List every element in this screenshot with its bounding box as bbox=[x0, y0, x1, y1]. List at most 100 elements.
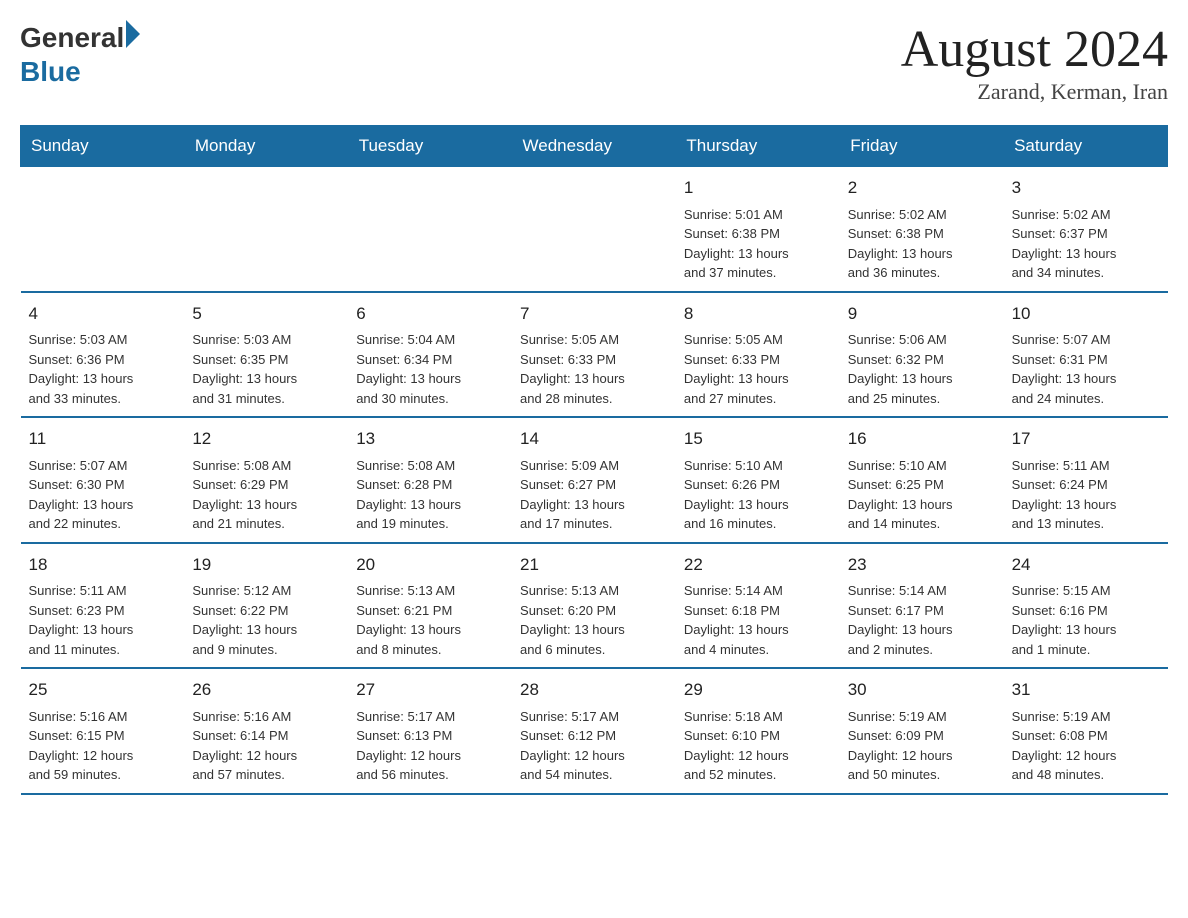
day-number: 4 bbox=[29, 301, 177, 327]
day-info-line: Daylight: 13 hours bbox=[684, 620, 832, 640]
header-monday: Monday bbox=[184, 126, 348, 167]
calendar-cell-w2-d2: 5Sunrise: 5:03 AMSunset: 6:35 PMDaylight… bbox=[184, 292, 348, 418]
day-info-line: Sunrise: 5:15 AM bbox=[1012, 581, 1160, 601]
day-info-line: Sunrise: 5:02 AM bbox=[848, 205, 996, 225]
calendar-cell-w5-d5: 29Sunrise: 5:18 AMSunset: 6:10 PMDayligh… bbox=[676, 668, 840, 794]
calendar-title: August 2024 bbox=[901, 20, 1168, 79]
day-number: 10 bbox=[1012, 301, 1160, 327]
day-info-line: Daylight: 12 hours bbox=[520, 746, 668, 766]
day-info-line: Sunset: 6:10 PM bbox=[684, 726, 832, 746]
calendar-header: SundayMondayTuesdayWednesdayThursdayFrid… bbox=[21, 126, 1168, 167]
day-info-line: Sunset: 6:24 PM bbox=[1012, 475, 1160, 495]
day-info-line: Daylight: 13 hours bbox=[1012, 369, 1160, 389]
header-sunday: Sunday bbox=[21, 126, 185, 167]
day-info-line: Sunset: 6:30 PM bbox=[29, 475, 177, 495]
day-info-line: Sunrise: 5:04 AM bbox=[356, 330, 504, 350]
day-number: 16 bbox=[848, 426, 996, 452]
day-info-line: Sunset: 6:35 PM bbox=[192, 350, 340, 370]
day-info-line: and 28 minutes. bbox=[520, 389, 668, 409]
week-row-2: 4Sunrise: 5:03 AMSunset: 6:36 PMDaylight… bbox=[21, 292, 1168, 418]
day-info-line: Sunset: 6:27 PM bbox=[520, 475, 668, 495]
day-info-line: Daylight: 13 hours bbox=[356, 369, 504, 389]
day-number: 23 bbox=[848, 552, 996, 578]
day-info-line: Sunset: 6:14 PM bbox=[192, 726, 340, 746]
day-info-line: Sunrise: 5:03 AM bbox=[192, 330, 340, 350]
day-number: 5 bbox=[192, 301, 340, 327]
day-info-line: and 14 minutes. bbox=[848, 514, 996, 534]
logo: General Blue bbox=[20, 20, 140, 88]
day-info-line: Daylight: 13 hours bbox=[848, 620, 996, 640]
day-info-line: and 30 minutes. bbox=[356, 389, 504, 409]
day-number: 26 bbox=[192, 677, 340, 703]
day-info-line: Sunrise: 5:03 AM bbox=[29, 330, 177, 350]
day-number: 25 bbox=[29, 677, 177, 703]
day-number: 31 bbox=[1012, 677, 1160, 703]
calendar-cell-w3-d5: 15Sunrise: 5:10 AMSunset: 6:26 PMDayligh… bbox=[676, 417, 840, 543]
day-info-line: Daylight: 13 hours bbox=[192, 620, 340, 640]
calendar-cell-w5-d1: 25Sunrise: 5:16 AMSunset: 6:15 PMDayligh… bbox=[21, 668, 185, 794]
day-info-line: Sunrise: 5:19 AM bbox=[1012, 707, 1160, 727]
day-info-line: Sunrise: 5:02 AM bbox=[1012, 205, 1160, 225]
day-info-line: and 21 minutes. bbox=[192, 514, 340, 534]
day-info-line: Sunrise: 5:09 AM bbox=[520, 456, 668, 476]
day-info-line: Daylight: 12 hours bbox=[1012, 746, 1160, 766]
day-info-line: Sunrise: 5:07 AM bbox=[29, 456, 177, 476]
day-info-line: Sunset: 6:26 PM bbox=[684, 475, 832, 495]
day-info-line: and 33 minutes. bbox=[29, 389, 177, 409]
day-number: 1 bbox=[684, 175, 832, 201]
day-info-line: Daylight: 13 hours bbox=[684, 495, 832, 515]
day-info-line: Sunrise: 5:17 AM bbox=[520, 707, 668, 727]
calendar-cell-w5-d2: 26Sunrise: 5:16 AMSunset: 6:14 PMDayligh… bbox=[184, 668, 348, 794]
day-info-line: Sunset: 6:12 PM bbox=[520, 726, 668, 746]
day-info-line: and 36 minutes. bbox=[848, 263, 996, 283]
calendar-cell-w3-d7: 17Sunrise: 5:11 AMSunset: 6:24 PMDayligh… bbox=[1004, 417, 1168, 543]
calendar-cell-w1-d3 bbox=[348, 167, 512, 292]
calendar-cell-w2-d6: 9Sunrise: 5:06 AMSunset: 6:32 PMDaylight… bbox=[840, 292, 1004, 418]
calendar-cell-w5-d4: 28 Sunrise: 5:17 AMSunset: 6:12 PMDayligh… bbox=[512, 668, 676, 794]
title-block: August 2024 Zarand, Kerman, Iran bbox=[901, 20, 1168, 105]
day-info-line: and 13 minutes. bbox=[1012, 514, 1160, 534]
day-info-line: Sunset: 6:22 PM bbox=[192, 601, 340, 621]
day-number: 6 bbox=[356, 301, 504, 327]
day-info-line: Sunset: 6:38 PM bbox=[684, 224, 832, 244]
day-info-line: Daylight: 13 hours bbox=[520, 620, 668, 640]
day-info-line: Sunset: 6:16 PM bbox=[1012, 601, 1160, 621]
calendar-cell-w2-d1: 4Sunrise: 5:03 AMSunset: 6:36 PMDaylight… bbox=[21, 292, 185, 418]
day-info-line: Sunrise: 5:19 AM bbox=[848, 707, 996, 727]
day-info-line: Sunset: 6:17 PM bbox=[848, 601, 996, 621]
day-info-line: Sunrise: 5:01 AM bbox=[684, 205, 832, 225]
day-info-line: Sunrise: 5:16 AM bbox=[29, 707, 177, 727]
header-wednesday: Wednesday bbox=[512, 126, 676, 167]
day-info-line: and 37 minutes. bbox=[684, 263, 832, 283]
calendar-cell-w5-d6: 30Sunrise: 5:19 AMSunset: 6:09 PMDayligh… bbox=[840, 668, 1004, 794]
day-number: 27 bbox=[356, 677, 504, 703]
calendar-cell-w3-d4: 14Sunrise: 5:09 AMSunset: 6:27 PMDayligh… bbox=[512, 417, 676, 543]
day-number: 2 bbox=[848, 175, 996, 201]
day-info-line: Sunset: 6:34 PM bbox=[356, 350, 504, 370]
day-info-line: and 8 minutes. bbox=[356, 640, 504, 660]
day-info-line: and 17 minutes. bbox=[520, 514, 668, 534]
calendar-cell-w1-d6: 2Sunrise: 5:02 AMSunset: 6:38 PMDaylight… bbox=[840, 167, 1004, 292]
day-info-line: and 57 minutes. bbox=[192, 765, 340, 785]
day-info-line: Sunrise: 5:17 AM bbox=[356, 707, 504, 727]
day-info-line: Sunset: 6:31 PM bbox=[1012, 350, 1160, 370]
day-info-line: Daylight: 13 hours bbox=[29, 495, 177, 515]
logo-text-blue: Blue bbox=[20, 56, 140, 88]
day-info-line: and 2 minutes. bbox=[848, 640, 996, 660]
day-info-line: Daylight: 13 hours bbox=[848, 495, 996, 515]
logo-triangle-icon bbox=[126, 20, 140, 48]
header-saturday: Saturday bbox=[1004, 126, 1168, 167]
week-row-5: 25Sunrise: 5:16 AMSunset: 6:15 PMDayligh… bbox=[21, 668, 1168, 794]
day-info-line: Daylight: 12 hours bbox=[29, 746, 177, 766]
day-info-line: Daylight: 13 hours bbox=[29, 620, 177, 640]
day-info-line: Sunset: 6:29 PM bbox=[192, 475, 340, 495]
week-row-3: 11Sunrise: 5:07 AMSunset: 6:30 PMDayligh… bbox=[21, 417, 1168, 543]
day-info-line: Sunrise: 5:18 AM bbox=[684, 707, 832, 727]
day-info-line: Sunrise: 5:10 AM bbox=[684, 456, 832, 476]
day-info-line: Sunset: 6:37 PM bbox=[1012, 224, 1160, 244]
day-number: 28 bbox=[520, 677, 668, 703]
day-info-line: Daylight: 13 hours bbox=[684, 244, 832, 264]
day-info-line: Daylight: 13 hours bbox=[520, 495, 668, 515]
day-number: 19 bbox=[192, 552, 340, 578]
calendar-cell-w1-d7: 3Sunrise: 5:02 AMSunset: 6:37 PMDaylight… bbox=[1004, 167, 1168, 292]
